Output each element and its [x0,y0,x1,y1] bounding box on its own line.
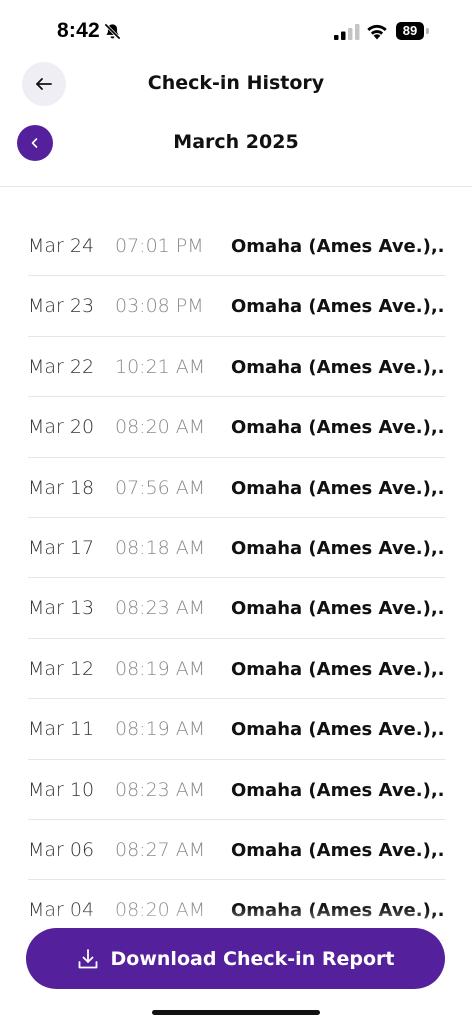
row-time: 08:19 AM [115,657,206,680]
battery-tip [426,28,429,34]
row-time: 07:56 AM [115,476,206,499]
row-date: Mar 22 [28,355,95,378]
download-report-button[interactable]: Download Check-in Report [26,928,445,989]
row-date: Mar 20 [28,416,95,439]
row-location: Omaha (Ames Ave.),... [231,477,445,499]
row-time: 08:23 AM [115,778,206,801]
history-row[interactable]: Mar 20 08:20 AM Omaha (Ames Ave.),... [28,397,445,458]
row-time: 08:18 AM [115,536,206,559]
row-date: Mar 12 [28,657,95,680]
status-bar: 8:42 89 [0,0,472,60]
row-location: Omaha (Ames Ave.),... [231,236,445,257]
row-time: 03:08 PM [115,295,204,318]
row-location: Omaha (Ames Ave.),... [231,417,445,439]
download-icon [78,948,97,968]
download-report-label: Download Check-in Report [110,947,395,970]
history-row[interactable]: Mar 11 08:19 AM Omaha (Ames Ave.),... [28,699,445,760]
history-row[interactable]: Mar 17 08:18 AM Omaha (Ames Ave.),... [28,518,445,579]
row-date: Mar 10 [28,778,95,801]
row-date: Mar 13 [28,597,95,620]
history-row[interactable]: Mar 23 03:08 PM Omaha (Ames Ave.),... [28,276,445,337]
battery-indicator: 89 [396,22,430,40]
row-date: Mar 23 [28,295,95,318]
row-location: Omaha (Ames Ave.),... [231,719,445,741]
row-date: Mar 24 [28,235,95,257]
page-title: Check-in History [147,72,325,94]
row-time: 08:19 AM [115,718,206,741]
row-date: Mar 06 [28,838,95,861]
row-location: Omaha (Ames Ave.),... [231,839,445,861]
history-row[interactable]: Mar 22 10:21 AM Omaha (Ames Ave.),... [28,337,445,398]
history-row[interactable]: Mar 12 08:19 AM Omaha (Ames Ave.),... [28,639,445,700]
row-location: Omaha (Ames Ave.),... [231,598,445,620]
row-time: 08:20 AM [115,899,206,922]
home-indicator[interactable] [152,1010,320,1015]
signal-strength-icon [334,24,360,40]
row-date: Mar 11 [28,718,95,741]
history-row[interactable]: Mar 18 07:56 AM Omaha (Ames Ave.),... [28,458,445,518]
battery-level: 89 [396,22,424,40]
row-date: Mar 17 [28,536,95,559]
history-row[interactable]: Mar 24 07:01 PM Omaha (Ames Ave.),... [28,216,445,277]
row-time: 08:27 AM [115,838,206,861]
row-time: 08:23 AM [115,597,206,620]
row-location: Omaha (Ames Ave.),... [231,779,445,801]
row-date: Mar 04 [28,899,95,922]
history-row[interactable]: Mar 06 08:27 AM Omaha (Ames Ave.),... [28,820,445,881]
row-time: 07:01 PM [115,235,204,257]
row-location: Omaha (Ames Ave.),... [231,900,445,922]
history-row[interactable]: Mar 13 08:23 AM Omaha (Ames Ave.),... [28,578,445,639]
row-time: 08:20 AM [115,416,206,439]
header-divider [0,186,472,187]
check-in-history-list: Mar 24 07:01 PM Omaha (Ames Ave.),... Ma… [28,216,445,941]
row-location: Omaha (Ames Ave.),... [231,537,445,559]
bell-slash-icon [104,23,121,40]
check-in-history-screen: 8:42 89 Check-in History March 2025 Mar … [0,0,472,1024]
status-time: 8:42 [57,19,100,42]
wifi-icon [367,24,387,40]
month-label: March 2025 [173,131,299,153]
history-row[interactable]: Mar 10 08:23 AM Omaha (Ames Ave.),... [28,760,445,820]
row-location: Omaha (Ames Ave.),... [231,296,445,318]
row-date: Mar 18 [28,476,95,499]
row-time: 10:21 AM [115,355,206,378]
row-location: Omaha (Ames Ave.),... [231,356,445,378]
row-location: Omaha (Ames Ave.),... [231,658,445,680]
